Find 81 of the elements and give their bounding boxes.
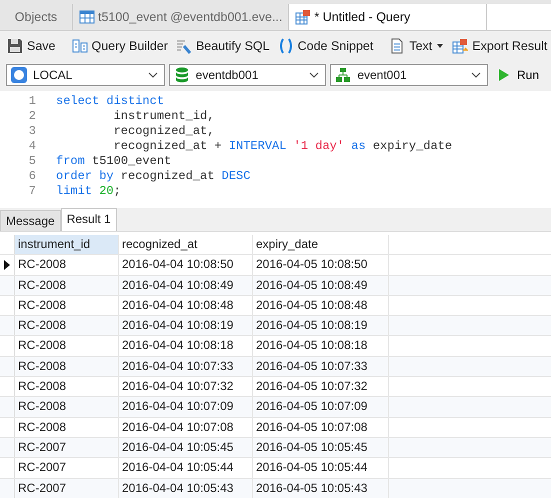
document-tab[interactable]: t5100_event @eventdb001.eve... — [73, 4, 290, 30]
table-cell: 2016-04-04 10:05:43 — [119, 478, 253, 498]
query-table-icon — [295, 9, 312, 25]
table-cell: RC-2007 — [15, 438, 119, 458]
line-number: 5 — [28, 154, 37, 169]
column-header[interactable]: instrument_id — [15, 235, 119, 254]
table-cell: RC-2007 — [15, 458, 119, 478]
run-button[interactable]: Run — [492, 68, 546, 82]
table-cell: 2016-04-05 10:07:32 — [253, 377, 389, 396]
table-cell: 2016-04-05 10:05:43 — [253, 478, 389, 498]
line-number: 1 — [28, 94, 37, 109]
code-line: recognized_at + INTERVAL '1 day' as expiry_date — [112, 139, 452, 154]
table-cell: 2016-04-05 10:08:49 — [253, 276, 389, 295]
toolbar-button[interactable]: Export Result — [449, 36, 550, 56]
table-cell: 2016-04-04 10:05:44 — [119, 458, 253, 478]
line-number: 7 — [28, 184, 37, 199]
table-cell: 2016-04-05 10:08:48 — [253, 296, 389, 316]
line-number: 2 — [28, 109, 37, 124]
document-icon — [389, 38, 406, 54]
beautify-icon — [176, 38, 192, 54]
toolbar-button[interactable]: Code Snippet — [274, 36, 376, 56]
table-icon — [79, 9, 95, 25]
table-cell: RC-2008 — [15, 255, 119, 275]
table-cell: 2016-04-05 10:07:33 — [253, 356, 389, 376]
table-cell: RC-2008 — [15, 356, 119, 376]
result-tab[interactable]: Message — [0, 210, 61, 231]
database-icon — [174, 67, 190, 83]
code-line: select distinct — [56, 94, 164, 109]
table-cell: RC-2008 — [15, 296, 119, 316]
query-builder-icon — [72, 38, 88, 54]
table-cell: 2016-04-04 10:05:45 — [119, 438, 253, 458]
chevron-down-icon — [148, 72, 158, 78]
dropdown[interactable]: LOCAL — [6, 64, 165, 86]
table-cell: 2016-04-05 10:08:19 — [253, 316, 389, 336]
table-cell: 2016-04-04 10:08:50 — [119, 255, 253, 275]
toolbar-button[interactable]: Save — [4, 36, 58, 56]
table-cell: 2016-04-04 10:08:19 — [119, 316, 253, 336]
sql-editor[interactable]: 1 select distinct 2 instrument_id, 3 recognized_at, 4 recognized_at + INTERVAL '1 day' as expiry_date 5 from t5100_event 6 order by recognized_at DESC 7 limit 20; — [0, 91, 551, 208]
table-cell: 2016-04-05 10:05:44 — [253, 458, 389, 478]
schema-icon — [335, 67, 352, 83]
table-cell: 2016-04-04 10:08:49 — [119, 276, 253, 295]
line-number: 3 — [28, 124, 37, 139]
export-icon — [452, 38, 468, 54]
row-pointer-icon — [4, 260, 10, 270]
dropdown[interactable]: event001 — [330, 64, 488, 86]
code-line: recognized_at, — [112, 124, 214, 139]
play-icon — [498, 68, 510, 82]
table-cell: RC-2008 — [15, 336, 119, 356]
table-cell: 2016-04-05 10:05:45 — [253, 438, 389, 458]
table-cell: RC-2008 — [15, 397, 119, 417]
table-cell: 2016-04-05 10:07:09 — [253, 397, 389, 417]
table-cell: RC-2008 — [15, 276, 119, 295]
chevron-down-icon — [471, 72, 481, 78]
dropdown[interactable]: eventdb001 — [168, 64, 326, 86]
table-cell: RC-2008 — [15, 377, 119, 396]
chevron-down-icon — [309, 72, 320, 78]
table-cell: RC-2008 — [15, 418, 119, 437]
document-tab[interactable]: Objects — [0, 4, 73, 30]
table-cell: 2016-04-04 10:07:33 — [119, 356, 253, 376]
caret-icon — [436, 42, 444, 50]
code-line: from t5100_event — [56, 154, 172, 169]
line-number: 4 — [28, 139, 37, 154]
table-cell: 2016-04-04 10:07:32 — [119, 377, 253, 396]
code-line: order by recognized_at DESC — [56, 169, 250, 184]
code-line: instrument_id, — [112, 109, 214, 124]
table-cell: 2016-04-04 10:08:48 — [119, 296, 253, 316]
line-number: 6 — [28, 169, 37, 184]
table-cell: 2016-04-05 10:08:18 — [253, 336, 389, 356]
table-cell: 2016-04-04 10:07:08 — [119, 418, 253, 437]
table-cell: 2016-04-05 10:08:50 — [253, 255, 389, 275]
table-cell: 2016-04-05 10:07:08 — [253, 418, 389, 437]
toolbar-button[interactable]: Beautify SQL — [172, 36, 273, 56]
result-tab[interactable]: Result 1 — [60, 208, 117, 231]
code-line: limit 20; — [56, 184, 121, 199]
parentheses-icon — [278, 38, 294, 54]
toolbar-button[interactable]: Text — [386, 36, 448, 56]
table-cell: 2016-04-04 10:07:09 — [119, 397, 253, 417]
table-cell: RC-2008 — [15, 316, 119, 336]
table-cell: RC-2007 — [15, 478, 119, 498]
toolbar-button[interactable]: Query Builder — [68, 36, 171, 56]
table-cell: 2016-04-04 10:08:18 — [119, 336, 253, 356]
